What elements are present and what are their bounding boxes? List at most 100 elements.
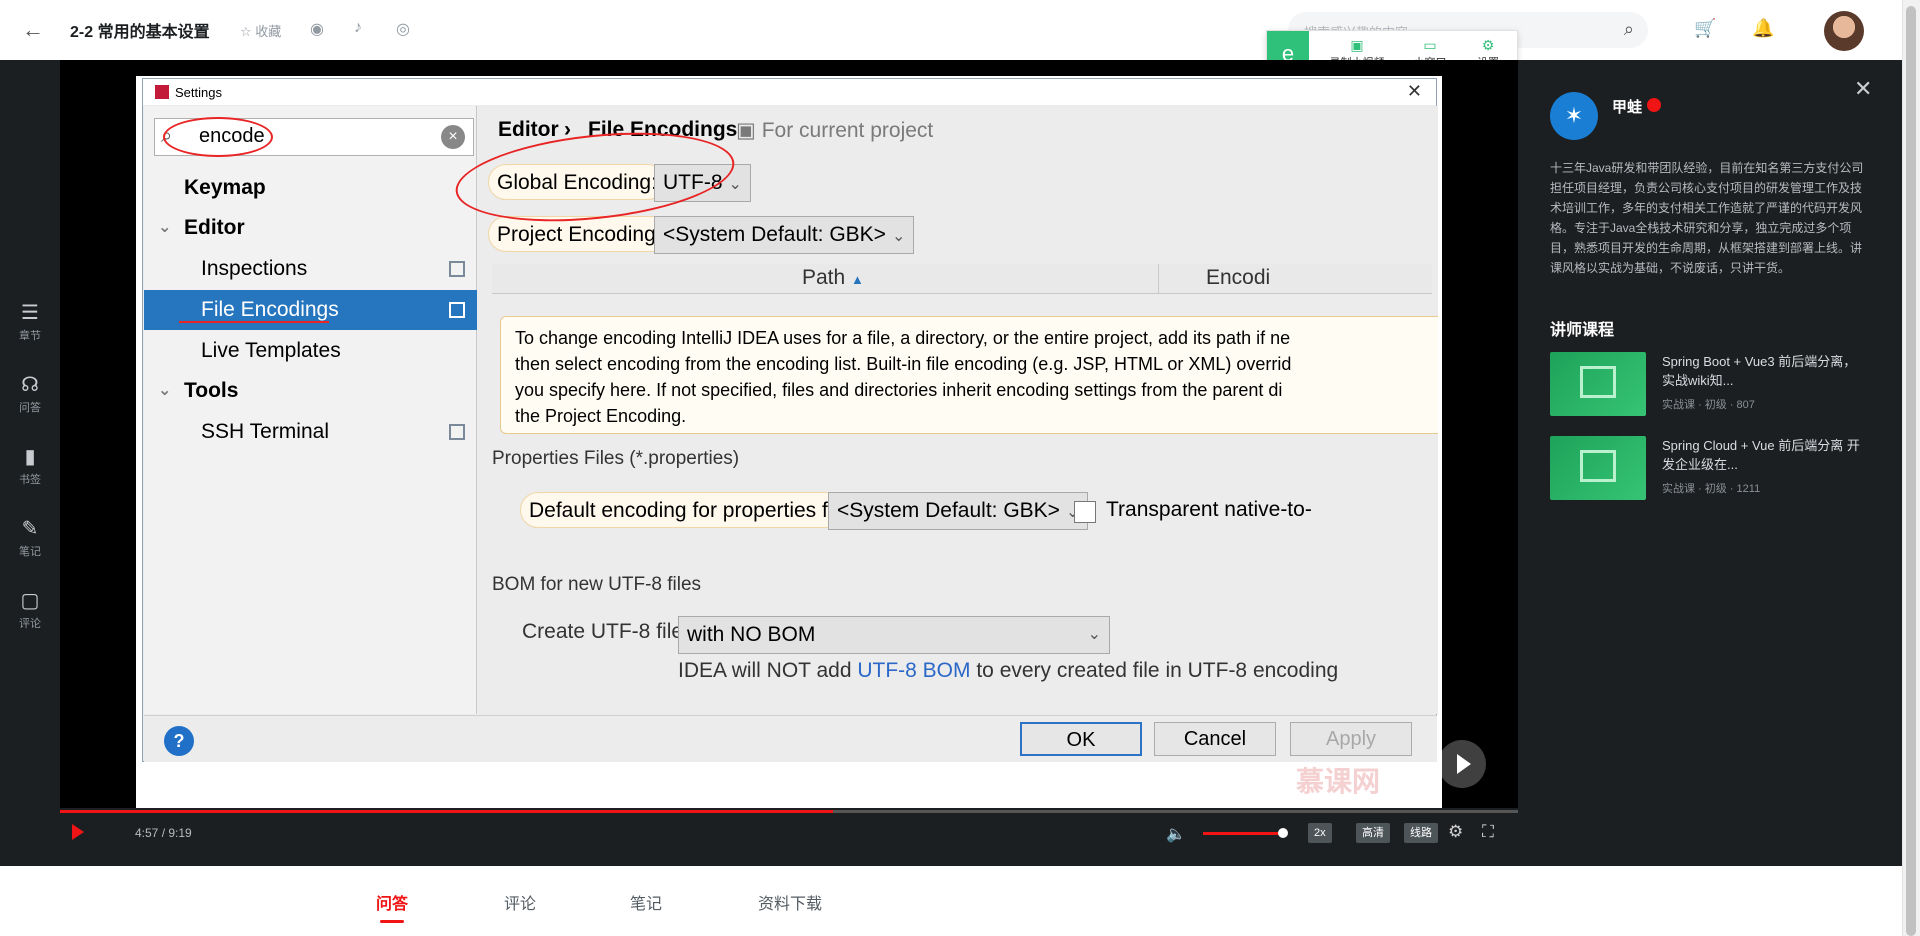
tree-item-label: Live Templates bbox=[201, 339, 341, 362]
course-meta: 实战课 · 初级 · 1211 bbox=[1662, 483, 1761, 495]
close-icon[interactable]: ✕ bbox=[1854, 76, 1872, 102]
course-title: Spring Cloud + Vue 前后端分离 开发企业级在... bbox=[1662, 438, 1860, 472]
close-icon[interactable]: ✕ bbox=[1407, 81, 1422, 102]
bom-note-suffix: to every created file in UTF-8 encoding bbox=[970, 659, 1339, 682]
path-table-header: Path ▲ Encodi bbox=[492, 264, 1432, 294]
column-header-path[interactable]: Path ▲ bbox=[802, 266, 864, 290]
tree-item-live-templates[interactable]: Live Templates bbox=[144, 331, 477, 371]
apply-button[interactable]: Apply bbox=[1290, 722, 1412, 756]
encoding-tooltip: To change encoding IntelliJ IDEA uses fo… bbox=[500, 316, 1438, 434]
tab-qa[interactable]: 问答 bbox=[376, 890, 408, 923]
volume-icon[interactable]: 🔈 bbox=[1166, 824, 1186, 844]
path-header-label: Path bbox=[802, 266, 846, 289]
tree-item-label: SSH Terminal bbox=[201, 420, 329, 443]
courses-title: 讲师课程 bbox=[1550, 322, 1615, 339]
verified-badge-icon bbox=[1647, 98, 1661, 112]
chevron-down-icon[interactable]: ⌄ bbox=[158, 208, 171, 248]
tree-item-ssh-terminal[interactable]: SSH Terminal bbox=[144, 412, 477, 452]
tree-item-inspections[interactable]: Inspections bbox=[144, 249, 477, 289]
video-icon: ▣ bbox=[1350, 37, 1364, 53]
cancel-button[interactable]: Cancel bbox=[1154, 722, 1276, 756]
default-properties-select[interactable]: <System Default: GBK> ⌄ bbox=[828, 492, 1089, 530]
tree-item-label: Inspections bbox=[201, 257, 308, 280]
teacher-avatar[interactable]: ✶ bbox=[1550, 92, 1598, 140]
settings-dialog: Settings ✕ ⌕ encode × Keymap ⌄ Editor Ins… bbox=[142, 78, 1438, 762]
mooc-watermark: 慕课网 bbox=[1296, 766, 1381, 797]
tv-icon: ▭ bbox=[1423, 37, 1437, 53]
annotation-underline bbox=[179, 321, 329, 323]
tree-item-editor[interactable]: ⌄ Editor bbox=[144, 208, 477, 248]
sidebar-item-comments[interactable]: ▢ 评论 bbox=[0, 588, 60, 631]
course-thumbnail bbox=[1550, 436, 1646, 500]
chevron-down-icon[interactable]: ⌄ bbox=[158, 371, 171, 411]
search-icon[interactable]: ⌕ bbox=[1624, 19, 1634, 40]
bell-icon[interactable]: ♪ bbox=[354, 19, 362, 37]
clear-search-icon[interactable]: × bbox=[441, 125, 465, 149]
ok-button[interactable]: OK bbox=[1020, 722, 1142, 756]
tree-item-tools[interactable]: ⌄ Tools bbox=[144, 371, 477, 411]
monitor-icon bbox=[1580, 450, 1616, 482]
user-avatar[interactable] bbox=[1824, 11, 1864, 51]
chapter-list-icon: ☰ bbox=[21, 302, 39, 324]
create-utf8-label: Create UTF-8 files: bbox=[522, 620, 700, 643]
course-card[interactable]: Spring Cloud + Vue 前后端分离 开发企业级在... 实战课 ·… bbox=[1550, 436, 1880, 502]
sidebar-item-qa[interactable]: ☊ 问答 bbox=[0, 372, 60, 415]
tab-comments[interactable]: 评论 bbox=[504, 890, 536, 914]
volume-knob[interactable] bbox=[1278, 828, 1288, 838]
next-video-button[interactable] bbox=[1438, 740, 1486, 788]
default-properties-label: Default encoding for properties files: bbox=[520, 492, 875, 528]
sidebar-item-label: 书签 bbox=[19, 474, 41, 486]
play-icon[interactable] bbox=[72, 824, 84, 840]
sidebar-item-notes[interactable]: ✎ 笔记 bbox=[0, 516, 60, 559]
fullscreen-icon[interactable]: ⛶ bbox=[1482, 822, 1494, 842]
cart-icon[interactable]: 🛒 bbox=[1694, 18, 1716, 39]
default-properties-value: <System Default: GBK> bbox=[837, 499, 1060, 522]
gear-icon: ⚙ bbox=[1481, 37, 1495, 53]
volume-slider[interactable] bbox=[1203, 832, 1283, 835]
scrollbar-thumb[interactable] bbox=[1906, 6, 1916, 936]
annotation-circle bbox=[163, 117, 273, 157]
time-display: 4:57 / 9:19 bbox=[135, 826, 192, 840]
utf8-bom-link[interactable]: UTF-8 BOM bbox=[857, 659, 970, 682]
create-utf8-select[interactable]: with NO BOM ⌄ bbox=[678, 616, 1110, 654]
gear-icon[interactable]: ⚙ bbox=[1448, 822, 1463, 842]
tab-downloads[interactable]: 资料下载 bbox=[758, 890, 822, 914]
sidebar-item-bookmarks[interactable]: ▮ 书签 bbox=[0, 444, 60, 487]
arrow-left-icon[interactable]: ← bbox=[22, 18, 46, 42]
tree-item-keymap[interactable]: Keymap bbox=[144, 168, 477, 208]
tab-notes[interactable]: 笔记 bbox=[630, 890, 662, 914]
speed-button[interactable]: 2x bbox=[1308, 823, 1332, 843]
course-meta: 实战课 · 初级 · 807 bbox=[1662, 399, 1755, 411]
project-scope-icon bbox=[449, 424, 465, 440]
tooltip-line: To change encoding IntelliJ IDEA uses fo… bbox=[515, 328, 1291, 348]
favorite-button[interactable]: ☆ 收藏 bbox=[240, 21, 281, 40]
sort-ascending-icon: ▲ bbox=[851, 272, 864, 287]
tree-item-label: Editor bbox=[184, 216, 245, 239]
tree-item-label: Keymap bbox=[184, 176, 266, 199]
sidebar-item-label: 问答 bbox=[19, 402, 41, 414]
sidebar-item-label: 评论 bbox=[19, 618, 41, 630]
weibo-icon[interactable]: ◎ bbox=[396, 19, 410, 39]
quality-button[interactable]: 高清 bbox=[1356, 823, 1390, 843]
transparent-native-checkbox[interactable] bbox=[1074, 501, 1096, 523]
course-card[interactable]: Spring Boot + Vue3 前后端分离，实战wiki知... 实战课 … bbox=[1550, 352, 1880, 418]
chevron-down-icon: ⌄ bbox=[728, 176, 742, 193]
qa-icon: ☊ bbox=[21, 374, 39, 396]
sidebar-item-chapters[interactable]: ☰ 章节 bbox=[0, 300, 60, 343]
notification-bell-icon[interactable]: 🔔 bbox=[1752, 18, 1774, 39]
scope-label: For current project bbox=[761, 119, 934, 142]
teacher-bio: 十三年Java研发和带团队经验，目前在知名第三方支付公司担任项目经理，负责公司核… bbox=[1550, 161, 1864, 275]
intellij-icon bbox=[155, 85, 169, 99]
project-encoding-select[interactable]: <System Default: GBK> ⌄ bbox=[654, 216, 915, 254]
wechat-icon[interactable]: ◉ bbox=[310, 19, 324, 39]
comment-icon: ▢ bbox=[20, 590, 40, 612]
tree-item-file-encodings[interactable]: File Encodings bbox=[144, 290, 477, 330]
project-scope-icon bbox=[449, 261, 465, 277]
line-button[interactable]: 线路 bbox=[1404, 823, 1438, 843]
create-utf8-value: with NO BOM bbox=[687, 623, 816, 646]
teacher-name[interactable]: 甲蛙 bbox=[1612, 96, 1642, 117]
bom-note: IDEA will NOT add UTF-8 BOM to every cre… bbox=[678, 659, 1338, 683]
column-header-encoding[interactable]: Encodi bbox=[1206, 266, 1270, 290]
properties-section-title: Properties Files (*.properties) bbox=[492, 448, 740, 469]
help-button[interactable]: ? bbox=[164, 726, 194, 756]
